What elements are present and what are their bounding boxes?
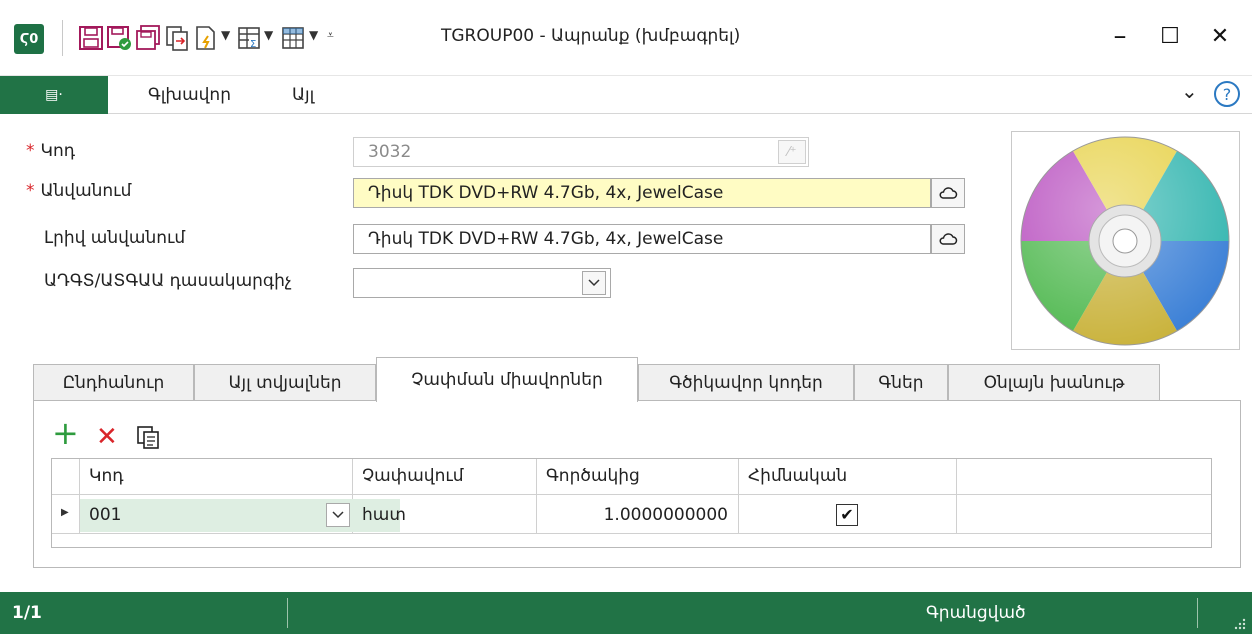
check-icon: ✔ — [840, 505, 854, 524]
tab-units[interactable]: Չափման միավորներ — [376, 357, 638, 402]
tab-other[interactable]: Այլ — [292, 85, 314, 105]
tab-online-store[interactable]: Օնլայն խանութ — [948, 364, 1160, 401]
classifier-dropdown-icon[interactable] — [582, 271, 606, 295]
table-view-dropdown-icon[interactable]: ▼ — [309, 28, 318, 42]
required-marker: * — [26, 181, 35, 201]
full-name-field[interactable]: Դիսկ TDK DVD+RW 4.7Gb, 4x, JewelCase — [353, 224, 931, 254]
tab-home[interactable]: Գլխավոր — [148, 85, 231, 105]
add-row-icon[interactable]: + — [52, 417, 79, 449]
resize-grip-icon[interactable] — [1232, 616, 1246, 630]
save-all-icon[interactable] — [135, 24, 161, 52]
generate-dropdown-icon[interactable]: ▼ — [221, 28, 230, 42]
delete-row-icon[interactable]: ✕ — [96, 423, 118, 451]
app-logo: Ϛ0 — [14, 24, 44, 54]
classifier-select[interactable] — [353, 268, 611, 298]
tab-other-data[interactable]: Այլ տվյալներ — [194, 364, 376, 401]
close-button[interactable]: ✕ — [1200, 16, 1240, 56]
copy-record-icon[interactable] — [164, 24, 190, 52]
help-icon[interactable]: ? — [1214, 81, 1240, 107]
cloud-icon — [939, 233, 958, 245]
save-and-close-icon[interactable] — [106, 24, 132, 52]
tab-barcodes[interactable]: Գծիկավոր կոդեր — [638, 364, 854, 401]
units-grid: Կոդ Չափավում Գործակից Հիմնական ▶ 001 հատ… — [51, 458, 1212, 548]
classifier-label: ԱԴԳՏ/ԱՏԳԱԱ դասակարգիչ — [44, 271, 292, 291]
name-field[interactable]: Դիսկ TDK DVD+RW 4.7Gb, 4x, JewelCase — [353, 178, 931, 208]
column-header-base[interactable]: Հիմնական — [748, 466, 847, 486]
toolbar-separator — [62, 20, 63, 56]
svg-text:Σ: Σ — [250, 39, 256, 50]
file-menu-button[interactable]: ▤· — [0, 76, 108, 114]
translate-name-button[interactable] — [931, 178, 965, 208]
tab-prices[interactable]: Գներ — [854, 364, 948, 401]
translate-full-name-button[interactable] — [931, 224, 965, 254]
name-label: * Անվանում — [26, 181, 132, 201]
totals-dropdown-icon[interactable]: ▼ — [264, 28, 273, 42]
maximize-button[interactable]: ☐ — [1150, 16, 1190, 56]
unit-measure-cell[interactable]: հատ — [362, 505, 406, 525]
full-name-label: Լրիվ անվանում — [44, 228, 186, 248]
cloud-icon — [939, 187, 958, 199]
copy-row-icon[interactable] — [135, 424, 161, 450]
table-view-icon[interactable] — [280, 24, 306, 52]
column-header-code[interactable]: Կոդ — [89, 466, 124, 486]
record-counter: 1/1 — [12, 603, 42, 623]
unit-code-dropdown-icon[interactable] — [326, 503, 350, 527]
collapse-ribbon-icon[interactable]: ⌄ — [1181, 79, 1198, 103]
unit-code-cell[interactable]: 001 — [89, 505, 121, 525]
code-generator-icon: ⁄⁺ — [778, 140, 806, 164]
record-state: Գրանցված — [926, 603, 1026, 623]
unit-factor-cell[interactable]: 1.0000000000 — [546, 505, 728, 525]
column-header-measure[interactable]: Չափավում — [362, 466, 464, 486]
required-marker: * — [26, 141, 35, 161]
title-bar: Ϛ0 ▼ Σ ▼ ▼ ⩡ TGROUP00 - Ապրանք (խմբագրել… — [0, 0, 1252, 76]
totals-icon[interactable]: Σ — [236, 24, 262, 52]
tab-general[interactable]: Ընդհանուր — [33, 364, 194, 401]
minimize-button[interactable]: – — [1100, 16, 1140, 56]
table-row[interactable] — [80, 499, 400, 532]
base-unit-checkbox[interactable]: ✔ — [836, 504, 858, 526]
column-header-factor[interactable]: Գործակից — [546, 466, 640, 486]
ribbon: ▤· Գլխավոր Այլ ⌄ ? — [0, 76, 1252, 114]
generate-icon[interactable] — [193, 24, 219, 52]
window-title: TGROUP00 - Ապրանք (խմբագրել) — [441, 26, 741, 46]
disc-image — [1020, 136, 1230, 346]
status-bar: 1/1 Գրանցված — [0, 592, 1252, 634]
customize-toolbar-icon[interactable]: ⩡ — [327, 28, 334, 43]
code-label: * Կոդ — [26, 141, 75, 161]
save-icon[interactable] — [78, 24, 104, 52]
code-field: 3032 — [353, 137, 809, 167]
product-image[interactable] — [1011, 131, 1240, 350]
current-row-marker-icon: ▶ — [61, 507, 69, 518]
